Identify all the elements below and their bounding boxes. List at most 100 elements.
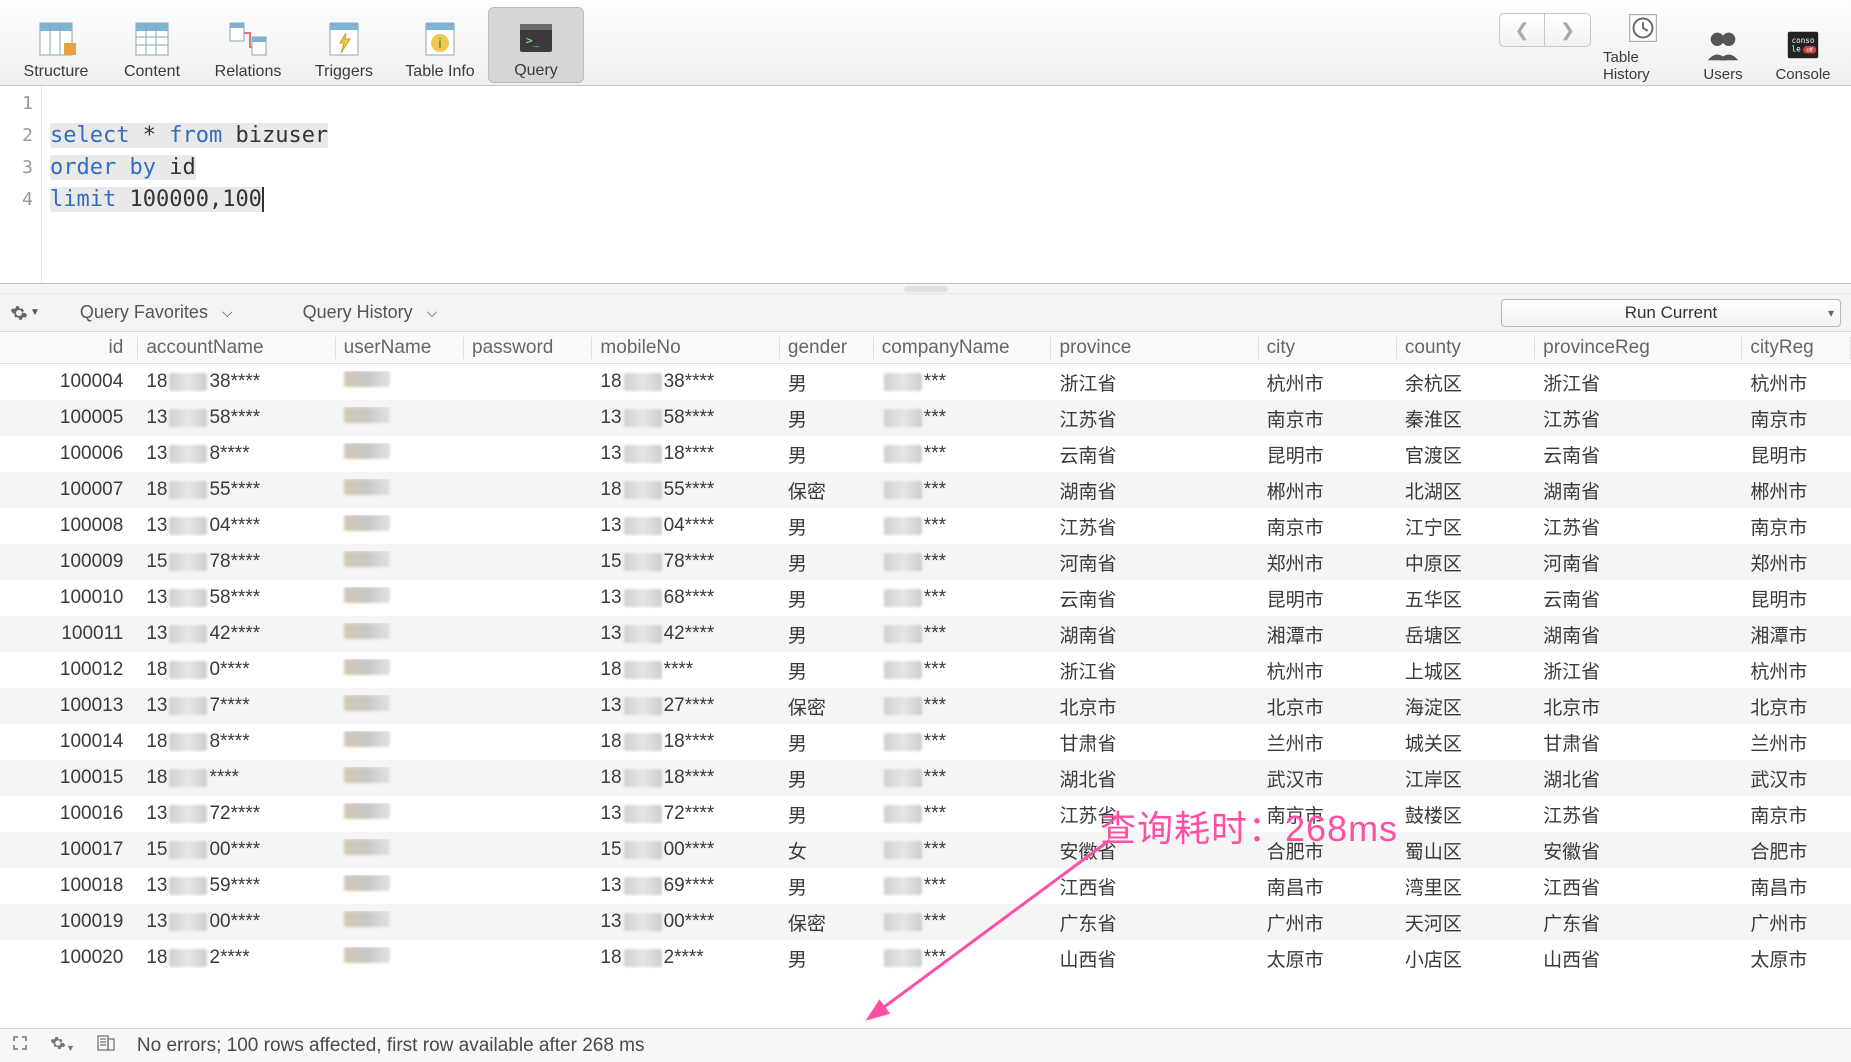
table-row[interactable]: 1000181359****1369****男***江西省南昌市湾里区江西省南昌… bbox=[0, 868, 1851, 904]
col-provinceReg[interactable]: provinceReg bbox=[1535, 337, 1742, 359]
table-row[interactable]: 10001518****1818****男***湖北省武汉市江岸区湖北省武汉市 bbox=[0, 760, 1851, 796]
cell-province: 甘肃省 bbox=[1051, 729, 1258, 756]
table-row[interactable]: 1000101358****1368****男***云南省昆明市五华区云南省昆明… bbox=[0, 580, 1851, 616]
cell-city: 合肥市 bbox=[1259, 837, 1397, 864]
cell-county: 蜀山区 bbox=[1397, 837, 1535, 864]
expand-icon[interactable] bbox=[12, 1035, 28, 1057]
cell-id: 100008 bbox=[0, 515, 138, 537]
table-row[interactable]: 1000091578****1578****男***河南省郑州市中原区河南省郑州… bbox=[0, 544, 1851, 580]
svg-text:>_: >_ bbox=[526, 34, 540, 47]
cell-mobileNo: 1342**** bbox=[592, 623, 780, 645]
table-row[interactable]: 100020182****182****男***山西省太原市小店区山西省太原市 bbox=[0, 940, 1851, 976]
col-password[interactable]: password bbox=[464, 337, 592, 359]
cell-companyName: *** bbox=[874, 839, 1052, 861]
cell-city: 南昌市 bbox=[1259, 873, 1397, 900]
cell-id: 100017 bbox=[0, 839, 138, 861]
cell-mobileNo: 1300**** bbox=[592, 911, 780, 933]
toolbar-tablehistory[interactable]: Table History bbox=[1603, 7, 1683, 83]
col-cityReg[interactable]: cityReg bbox=[1742, 337, 1851, 359]
cell-companyName: *** bbox=[874, 551, 1052, 573]
table-row[interactable]: 1000071855****1855****保密***湖南省郴州市北湖区湖南省郴… bbox=[0, 472, 1851, 508]
tab-structure[interactable]: Structure bbox=[8, 7, 104, 83]
cell-cityReg: 杭州市 bbox=[1742, 369, 1851, 396]
table-row[interactable]: 100014188****1818****男***甘肃省兰州市城关区甘肃省兰州市 bbox=[0, 724, 1851, 760]
options-gear-icon[interactable]: ▼ bbox=[10, 304, 40, 322]
cell-userName bbox=[336, 587, 464, 609]
col-province[interactable]: province bbox=[1051, 337, 1258, 359]
settings-gear-icon[interactable]: ▼ bbox=[50, 1035, 75, 1057]
table-row[interactable]: 1000111342****1342****男***湖南省湘潭市岳塘区湖南省湘潭… bbox=[0, 616, 1851, 652]
table-row[interactable]: 100013137****1327****保密***北京市北京市海淀区北京市北京… bbox=[0, 688, 1851, 724]
query-favorites-dropdown[interactable]: Query Favorites⌵ bbox=[80, 302, 233, 323]
cell-accountName: 1500**** bbox=[138, 839, 335, 861]
col-companyName[interactable]: companyName bbox=[874, 337, 1052, 359]
col-gender[interactable]: gender bbox=[780, 337, 874, 359]
col-accountName[interactable]: accountName bbox=[138, 337, 335, 359]
splitter-handle[interactable] bbox=[0, 284, 1851, 294]
structure-icon bbox=[36, 19, 76, 59]
cell-provinceReg: 广东省 bbox=[1535, 909, 1742, 936]
run-current-button[interactable]: Run Current▾ bbox=[1501, 299, 1841, 327]
tab-label: Content bbox=[124, 63, 180, 81]
tab-triggers[interactable]: Triggers bbox=[296, 7, 392, 83]
cell-city: 太原市 bbox=[1259, 945, 1397, 972]
tab-query[interactable]: >_Query bbox=[488, 7, 584, 83]
table-row[interactable]: 100006138****1318****男***云南省昆明市官渡区云南省昆明市 bbox=[0, 436, 1851, 472]
code-area[interactable]: select * from bizuser order by id limit … bbox=[42, 86, 1851, 283]
cell-companyName: *** bbox=[874, 371, 1052, 393]
cell-userName bbox=[336, 479, 464, 501]
col-city[interactable]: city bbox=[1259, 337, 1397, 359]
cell-province: 江苏省 bbox=[1051, 513, 1258, 540]
table-row[interactable]: 1000081304****1304****男***江苏省南京市江宁区江苏省南京… bbox=[0, 508, 1851, 544]
cell-cityReg: 武汉市 bbox=[1742, 765, 1851, 792]
col-county[interactable]: county bbox=[1397, 337, 1535, 359]
cell-accountName: 1359**** bbox=[138, 875, 335, 897]
table-row[interactable]: 100012180****18****男***浙江省杭州市上城区浙江省杭州市 bbox=[0, 652, 1851, 688]
cell-province: 山西省 bbox=[1051, 945, 1258, 972]
cell-mobileNo: 1327**** bbox=[592, 695, 780, 717]
col-id[interactable]: id bbox=[0, 337, 138, 359]
toolbar-users[interactable]: Users bbox=[1683, 7, 1763, 83]
nav-back-button[interactable]: ❮ bbox=[1499, 13, 1545, 47]
query-icon: >_ bbox=[516, 18, 556, 58]
nav-forward-button[interactable]: ❯ bbox=[1545, 13, 1591, 47]
cell-accountName: 1578**** bbox=[138, 551, 335, 573]
cell-county: 秦淮区 bbox=[1397, 405, 1535, 432]
cell-id: 100004 bbox=[0, 371, 138, 393]
table-row[interactable]: 1000171500****1500****女***安徽省合肥市蜀山区安徽省合肥… bbox=[0, 832, 1851, 868]
cell-provinceReg: 北京市 bbox=[1535, 693, 1742, 720]
panel-icon[interactable] bbox=[97, 1035, 115, 1057]
table-row[interactable]: 1000051358****1358****男***江苏省南京市秦淮区江苏省南京… bbox=[0, 400, 1851, 436]
table-row[interactable]: 1000041838****1838****男***浙江省杭州市余杭区浙江省杭州… bbox=[0, 364, 1851, 400]
cell-county: 小店区 bbox=[1397, 945, 1535, 972]
svg-text:off: off bbox=[1807, 48, 1814, 54]
cell-companyName: *** bbox=[874, 767, 1052, 789]
tab-tableinfo[interactable]: iTable Info bbox=[392, 7, 488, 83]
tab-relations[interactable]: Relations bbox=[200, 7, 296, 83]
cell-county: 北湖区 bbox=[1397, 477, 1535, 504]
col-mobileNo[interactable]: mobileNo bbox=[592, 337, 780, 359]
cell-province: 广东省 bbox=[1051, 909, 1258, 936]
cell-city: 南京市 bbox=[1259, 405, 1397, 432]
cell-city: 武汉市 bbox=[1259, 765, 1397, 792]
cell-city: 郑州市 bbox=[1259, 549, 1397, 576]
cell-mobileNo: 1500**** bbox=[592, 839, 780, 861]
cell-mobileNo: 182**** bbox=[592, 947, 780, 969]
cell-provinceReg: 甘肃省 bbox=[1535, 729, 1742, 756]
query-history-dropdown[interactable]: Query History⌵ bbox=[303, 302, 438, 323]
query-options-bar: ▼ Query Favorites⌵ Query History⌵ Run Cu… bbox=[0, 294, 1851, 332]
cell-accountName: 1372**** bbox=[138, 803, 335, 825]
col-userName[interactable]: userName bbox=[336, 337, 464, 359]
cell-companyName: *** bbox=[874, 443, 1052, 465]
table-row[interactable]: 1000191300****1300****保密***广东省广州市天河区广东省广… bbox=[0, 904, 1851, 940]
cell-companyName: *** bbox=[874, 875, 1052, 897]
table-row[interactable]: 1000161372****1372****男***江苏省南京市鼓楼区江苏省南京… bbox=[0, 796, 1851, 832]
sql-editor[interactable]: 1234 select * from bizuser order by id l… bbox=[0, 86, 1851, 284]
cell-mobileNo: 18**** bbox=[592, 659, 780, 681]
cell-accountName: 188**** bbox=[138, 731, 335, 753]
cell-city: 广州市 bbox=[1259, 909, 1397, 936]
tab-content[interactable]: Content bbox=[104, 7, 200, 83]
cell-county: 余杭区 bbox=[1397, 369, 1535, 396]
toolbar-console[interactable]: consoleoffConsole bbox=[1763, 7, 1843, 83]
tableinfo-icon: i bbox=[420, 19, 460, 59]
